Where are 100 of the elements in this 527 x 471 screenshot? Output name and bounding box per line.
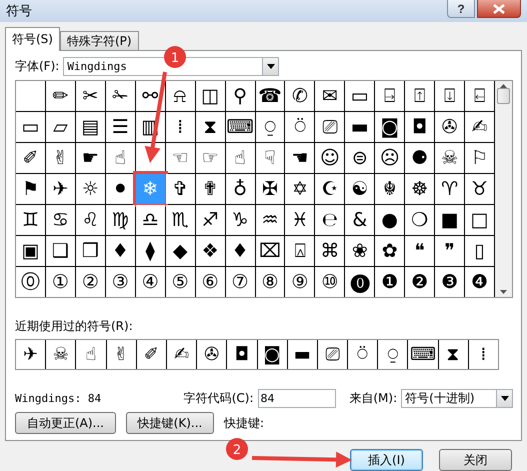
symbol-cell[interactable]: ☛ (76, 143, 105, 174)
recent-symbol-cell[interactable]: ✇ (197, 340, 226, 369)
symbol-cell[interactable]: ● (375, 205, 404, 236)
symbol-cell[interactable]: ⍈ (375, 81, 404, 112)
autocorrect-button[interactable]: 自动更正(A)... (15, 412, 116, 434)
recent-symbol-cell[interactable]: ☠ (46, 340, 76, 369)
symbol-cell[interactable]: ☼ (76, 174, 105, 204)
symbol-cell[interactable]: & (345, 205, 374, 236)
insert-button[interactable]: 插入(I) (350, 449, 423, 471)
symbol-cell[interactable]: ✂ (76, 81, 105, 112)
symbol-cell[interactable]: ☚ (285, 143, 314, 174)
symbol-cell[interactable]: ⚐ (465, 143, 494, 174)
symbol-cell[interactable]: ⌘ (315, 236, 344, 266)
recent-symbol-cell[interactable]: ⍥ (348, 340, 378, 369)
symbol-cell[interactable]: ✈ (46, 174, 75, 204)
symbol-cell[interactable]: ⍾ (166, 81, 195, 112)
symbol-cell[interactable]: ♌ (76, 205, 105, 236)
symbol-cell[interactable]: ◘ (405, 112, 434, 142)
symbol-cell[interactable]: ⚫ (106, 174, 135, 204)
symbol-cell[interactable]: ☰ (106, 112, 135, 142)
symbol-cell[interactable]: ⚑ (16, 174, 45, 204)
symbol-cell[interactable]: ① (46, 267, 75, 298)
symbol-cell[interactable]: ▣ (16, 236, 45, 266)
symbol-cell[interactable]: ⑩ (315, 267, 344, 298)
symbol-cell[interactable]: ❷ (405, 267, 434, 298)
symbol-cell[interactable]: ❖ (196, 236, 225, 266)
symbol-cell[interactable]: ⍜ (256, 112, 284, 142)
symbol-cell[interactable]: ℮ (315, 205, 344, 236)
symbol-cell[interactable]: ♉ (465, 174, 494, 204)
symbol-cell[interactable]: ♊ (16, 205, 45, 236)
recent-symbol-cell[interactable]: ⎚ (318, 340, 348, 369)
symbol-cell[interactable]: ♒ (256, 205, 284, 236)
symbol-cell[interactable]: ☎ (256, 81, 284, 112)
symbol-cell[interactable]: ⓿ (345, 267, 374, 298)
recent-symbol-cell[interactable]: ▬ (288, 340, 317, 369)
symbol-cell[interactable]: ⚲ (226, 81, 254, 112)
char-code-field[interactable]: 84 (258, 389, 336, 408)
symbol-cell[interactable]: ④ (136, 267, 165, 298)
symbol-cell[interactable]: ☟ (256, 143, 284, 174)
symbol-cell[interactable]: ⑧ (256, 267, 284, 298)
symbol-cell[interactable]: ❀ (345, 236, 374, 266)
shortcut-key-button[interactable]: 快捷键(K)... (126, 412, 214, 434)
symbol-cell[interactable]: ⧗ (196, 112, 225, 142)
symbol-cell[interactable]: ❝ (405, 236, 434, 266)
symbol-cell[interactable]: ⓪ (16, 267, 45, 298)
symbol-cell[interactable]: ❸ (435, 267, 464, 298)
symbol-cell[interactable]: ✡ (285, 174, 314, 204)
symbol-cell[interactable]: ☹ (375, 143, 404, 174)
symbol-cell[interactable]: ⎚ (315, 112, 344, 142)
symbol-cell[interactable]: ◫ (196, 81, 225, 112)
symbol-cell[interactable]: ③ (106, 267, 135, 298)
symbol-cell[interactable]: ⑨ (285, 267, 314, 298)
symbol-cell[interactable] (16, 81, 45, 112)
symbol-cell[interactable]: ✟ (196, 174, 225, 204)
symbol-cell[interactable]: ▤ (76, 112, 105, 142)
symbol-cell[interactable]: ✐ (16, 143, 45, 174)
symbol-cell[interactable]: ⑤ (166, 267, 195, 298)
recent-symbol-cell[interactable]: ☝ (76, 340, 106, 369)
symbol-cell[interactable]: ❶ (375, 267, 404, 298)
symbol-cell[interactable]: ☞ (196, 143, 225, 174)
recent-symbol-cell[interactable]: ⧗ (438, 340, 468, 369)
symbol-cell[interactable]: ⁞ (166, 112, 195, 142)
symbol-cell[interactable]: ✞ (166, 174, 195, 204)
symbol-cell[interactable]: ⧫ (136, 236, 165, 266)
recent-symbol-cell[interactable]: ⌨ (408, 340, 438, 369)
symbol-cell[interactable]: ⊜ (345, 143, 374, 174)
close-dialog-button[interactable]: 关闭 (439, 449, 512, 471)
symbol-cell[interactable]: ◙ (375, 112, 404, 142)
close-button[interactable] (477, 0, 521, 18)
symbol-cell[interactable]: ❑ (46, 236, 75, 266)
symbol-cell[interactable]: ▭ (16, 112, 45, 142)
symbol-cell[interactable]: ⍐ (405, 81, 434, 112)
symbol-cell[interactable]: ⌨ (226, 112, 254, 142)
symbol-cell[interactable]: ❹ (465, 267, 494, 298)
tab[interactable]: 符号(S) (5, 27, 60, 51)
symbol-cell[interactable]: ☝ (226, 143, 254, 174)
symbol-cell[interactable]: ♁ (226, 174, 254, 204)
from-dropdown[interactable]: 符号(十进制) (401, 389, 513, 408)
symbol-cell[interactable]: ♏ (166, 205, 195, 236)
symbol-cell[interactable]: ♦ (106, 236, 135, 266)
symbol-cell[interactable]: ✇ (435, 112, 464, 142)
recent-symbol-cell[interactable]: ✌ (106, 340, 136, 369)
symbol-cell[interactable]: ☬ (375, 174, 404, 204)
symbol-cell[interactable]: ☪ (315, 174, 344, 204)
symbol-cell[interactable]: ♦ (226, 236, 254, 266)
recent-symbol-cell[interactable]: ◙ (258, 340, 287, 369)
symbol-cell[interactable]: ♐ (196, 205, 225, 236)
symbol-cell[interactable]: ✆ (285, 81, 314, 112)
symbol-cell[interactable]: ✁ (106, 81, 135, 112)
symbol-cell[interactable]: ☜ (166, 143, 195, 174)
symbol-cell[interactable]: ✌ (46, 143, 75, 174)
symbol-cell[interactable]: ⚈ (405, 143, 434, 174)
symbol-cell[interactable]: ☠ (435, 143, 464, 174)
symbol-cell[interactable]: ☝ (106, 143, 135, 174)
symbol-cell[interactable]: ⍥ (285, 112, 314, 142)
symbol-cell[interactable]: ② (76, 267, 105, 298)
symbol-cell[interactable]: ▭ (345, 81, 374, 112)
scrollbar[interactable] (495, 81, 512, 298)
symbol-cell[interactable]: ❒ (76, 236, 105, 266)
symbol-cell[interactable]: ▬ (345, 112, 374, 142)
